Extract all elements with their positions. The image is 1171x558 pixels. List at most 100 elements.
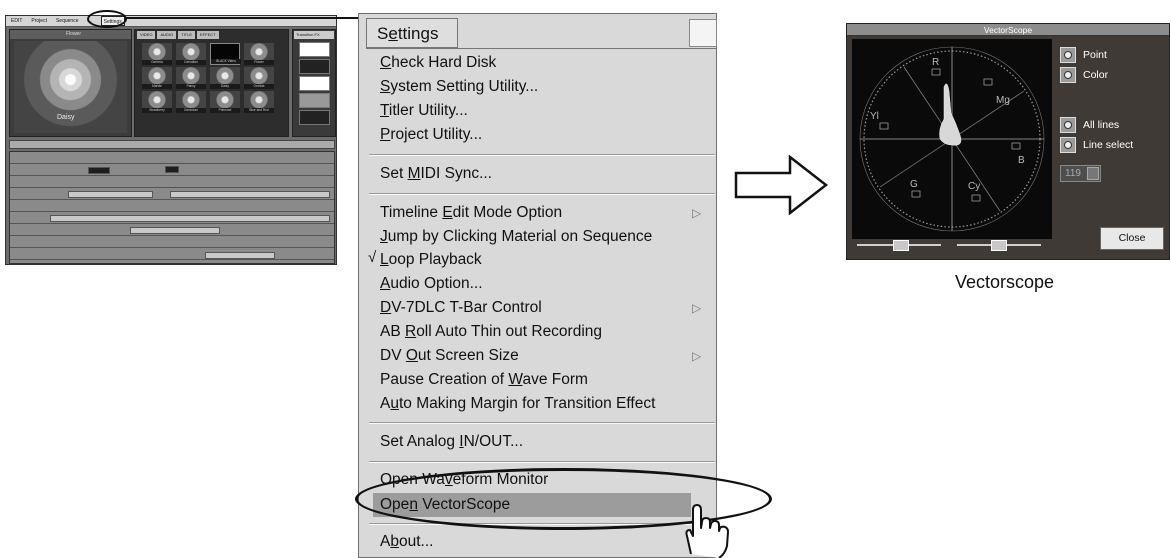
menubar-item-project[interactable]: Project — [31, 16, 47, 26]
menu-item-system-setting-utility[interactable]: System Setting Utility... — [380, 77, 538, 97]
menu-separator — [369, 193, 715, 195]
radio-button-icon[interactable] — [1060, 137, 1076, 153]
option-point[interactable]: Point — [1060, 46, 1107, 64]
bin-clip[interactable]: Geranium — [176, 91, 206, 113]
vectorscope-sliders — [857, 240, 1047, 251]
menu-item-titler-utility[interactable]: Titler Utility... — [380, 101, 468, 121]
bin-clip[interactable]: Flower — [244, 43, 274, 65]
menu-title-box[interactable]: Settings — [366, 18, 458, 48]
editor-window-thumbnail: EDIT Project Sequence ... Settings Flowe… — [5, 15, 337, 265]
bin-clip[interactable]: BLACK Video — [210, 43, 241, 65]
bin-clip[interactable]: Marble — [142, 67, 172, 89]
menu-item-set-midi-sync[interactable]: Set MIDI Sync... — [380, 164, 492, 184]
line-number-value: 119 — [1065, 168, 1081, 179]
menu-item-dv-out-screen-size[interactable]: DV Out Screen Size — [380, 346, 519, 366]
vectorscope-slider-right[interactable] — [957, 240, 1041, 251]
timeline[interactable] — [9, 151, 335, 264]
menu-item-check-hard-disk[interactable]: Check Hard Disk — [380, 53, 496, 73]
vectorscope-caption: Vectorscope — [955, 272, 1055, 292]
tab-audio[interactable]: AUDIO — [157, 31, 177, 39]
transport-controls[interactable] — [9, 140, 335, 149]
timeline-clip[interactable] — [170, 191, 330, 198]
bin-clip-label: Geranium — [176, 108, 206, 113]
fx-item[interactable] — [299, 110, 330, 125]
bin-clip[interactable]: Primrose — [210, 91, 240, 113]
bin-clip[interactable]: Orchids — [244, 67, 274, 89]
bin-tabs: VIDEO AUDIO TITLE EFFECT — [137, 31, 287, 39]
submenu-arrow-icon: ▷ — [692, 206, 702, 220]
settings-callout-ring — [87, 10, 127, 28]
bin-clip[interactable]: Daisy — [210, 67, 240, 89]
timeline-clip[interactable] — [50, 215, 330, 222]
bin-clip-label: Pansy — [176, 84, 206, 89]
tab-title[interactable]: TITLE — [178, 31, 196, 39]
tab-effect[interactable]: EFFECT — [197, 31, 219, 39]
material-bin: VIDEO AUDIO TITLE EFFECT Gerbera Carnati… — [134, 29, 289, 137]
bin-thumbnail-grid: Gerbera Carnation BLACK Video Flower Mar… — [142, 43, 277, 137]
target-label-g: G — [910, 179, 918, 190]
fx-palette-title[interactable]: Transition FX — [294, 31, 334, 39]
vectorscope-window: VectorScope R Mg B Cy G Yl Point Color A… — [846, 23, 1170, 260]
bin-clip[interactable]: Strawberry — [142, 91, 172, 113]
pointing-hand-icon — [685, 504, 729, 558]
menu-title: Settings — [377, 24, 439, 43]
target-label-yl: Yl — [870, 111, 879, 122]
menu-item-timeline-edit-mode-option[interactable]: Timeline Edit Mode Option — [380, 203, 562, 223]
callout-line — [126, 17, 358, 19]
radio-button-icon[interactable] — [1060, 67, 1076, 83]
monitor-caption: Daisy — [57, 114, 75, 121]
vectorscope-display: R Mg B Cy G Yl — [852, 39, 1052, 239]
timeline-clip[interactable] — [205, 252, 275, 259]
line-number-spinbox[interactable]: 119 — [1060, 165, 1101, 182]
menubar-item-edit[interactable]: EDIT — [11, 16, 22, 26]
menu-item-set-analog-in-out[interactable]: Set Analog IN/OUT... — [380, 432, 523, 452]
timeline-clip[interactable] — [88, 167, 110, 174]
vectorscope-slider-left[interactable] — [857, 240, 941, 251]
option-all-lines-label: All lines — [1083, 119, 1120, 131]
menu-item-project-utility[interactable]: Project Utility... — [380, 125, 482, 145]
menu-header-divider — [366, 48, 716, 49]
menu-item-audio-option[interactable]: Audio Option... — [380, 274, 483, 294]
fx-item[interactable] — [299, 76, 330, 91]
bin-clip[interactable]: Carnation — [176, 43, 206, 65]
vectorscope-titlebar[interactable]: VectorScope — [847, 24, 1169, 36]
menu-corner-button[interactable] — [689, 19, 717, 47]
radio-button-icon[interactable] — [1060, 117, 1076, 133]
submenu-arrow-icon: ▷ — [692, 301, 702, 315]
option-line-select[interactable]: Line select — [1060, 136, 1133, 154]
menu-item-about[interactable]: About... — [380, 532, 433, 552]
menu-item-auto-making-margin[interactable]: Auto Making Margin for Transition Effect — [380, 394, 655, 414]
bin-clip[interactable]: Pansy — [176, 67, 206, 89]
option-color[interactable]: Color — [1060, 66, 1108, 84]
menu-item-jump-by-clicking[interactable]: Jump by Clicking Material on Sequence — [380, 227, 652, 247]
monitor-title: Flower — [66, 31, 82, 37]
timeline-clip[interactable] — [68, 191, 153, 198]
option-all-lines[interactable]: All lines — [1060, 116, 1119, 134]
menu-separator — [369, 422, 715, 424]
menu-item-ab-roll-auto-thin-out[interactable]: AB Roll Auto Thin out Recording — [380, 322, 602, 342]
monitor-title-bar: Flower — [10, 30, 131, 39]
spin-stepper-icon[interactable] — [1087, 167, 1099, 180]
bin-clip[interactable]: Gerbera — [142, 43, 172, 65]
fx-item[interactable] — [299, 59, 330, 74]
bin-clip-label: Primrose — [210, 108, 240, 113]
radio-button-icon[interactable] — [1060, 47, 1076, 63]
bin-clip[interactable]: Blue and Red — [244, 91, 274, 113]
vectorscope-title: VectorScope — [983, 25, 1033, 35]
close-button[interactable]: Close — [1100, 227, 1164, 250]
menu-item-loop-playback[interactable]: Loop Playback — [380, 250, 482, 270]
tab-video[interactable]: VIDEO — [137, 31, 156, 39]
bin-clip-label: Strawberry — [142, 108, 172, 113]
menu-item-dv-7dlc-t-bar-control[interactable]: DV-7DLC T-Bar Control — [380, 298, 542, 318]
fx-item[interactable] — [299, 93, 330, 108]
bin-clip-label: Carnation — [176, 60, 206, 65]
menubar-item-sequence[interactable]: Sequence — [56, 16, 79, 26]
timeline-clip[interactable] — [165, 166, 179, 173]
option-line-select-label: Line select — [1083, 139, 1134, 151]
timeline-clip[interactable] — [130, 227, 220, 234]
option-color-label: Color — [1083, 69, 1109, 81]
menu-item-pause-creation-of-wave-form[interactable]: Pause Creation of Wave Form — [380, 370, 588, 390]
fx-item[interactable] — [299, 42, 330, 57]
option-point-label: Point — [1083, 49, 1107, 61]
bin-clip-label: Gerbera — [142, 60, 172, 65]
